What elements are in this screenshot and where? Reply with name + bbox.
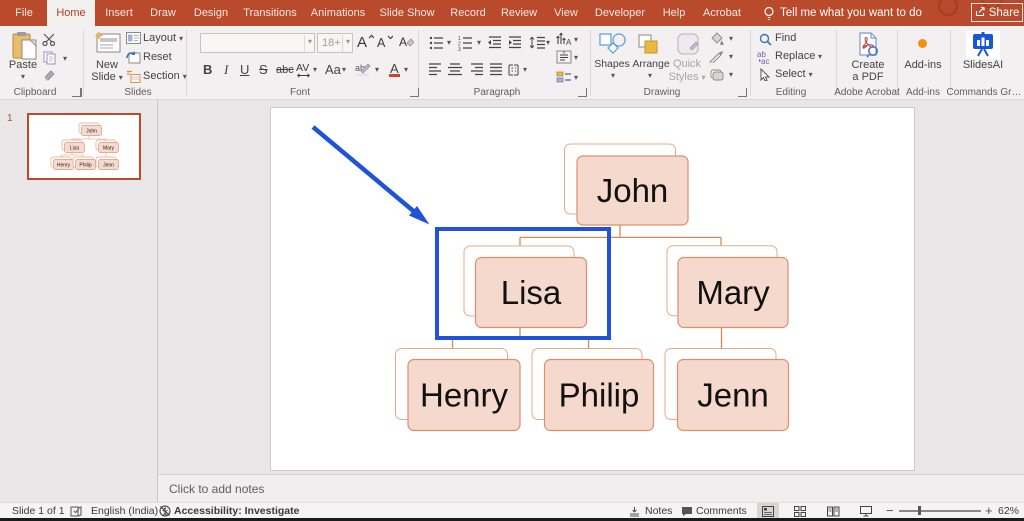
svg-text:A: A bbox=[357, 34, 367, 49]
svg-text:Henry: Henry bbox=[420, 377, 509, 414]
svg-text:Mary: Mary bbox=[103, 146, 115, 152]
svg-text:ac: ac bbox=[761, 57, 769, 64]
svg-text:Jenn: Jenn bbox=[103, 163, 114, 169]
svg-text:Lisa: Lisa bbox=[70, 146, 79, 152]
svg-text:Jenn: Jenn bbox=[697, 377, 769, 414]
svg-text:3: 3 bbox=[458, 47, 461, 51]
svg-text:A: A bbox=[566, 38, 572, 46]
svg-text:Lisa: Lisa bbox=[501, 274, 562, 311]
svg-text:Philip: Philip bbox=[79, 163, 91, 169]
svg-text:AV: AV bbox=[296, 62, 309, 74]
svg-text:John: John bbox=[597, 172, 669, 209]
svg-text:A: A bbox=[399, 35, 407, 49]
svg-text:John: John bbox=[86, 129, 97, 135]
svg-text:Mary: Mary bbox=[696, 274, 770, 311]
svg-text:Philip: Philip bbox=[559, 377, 640, 414]
svg-text:Henry: Henry bbox=[57, 163, 71, 169]
svg-text:A: A bbox=[377, 36, 386, 49]
